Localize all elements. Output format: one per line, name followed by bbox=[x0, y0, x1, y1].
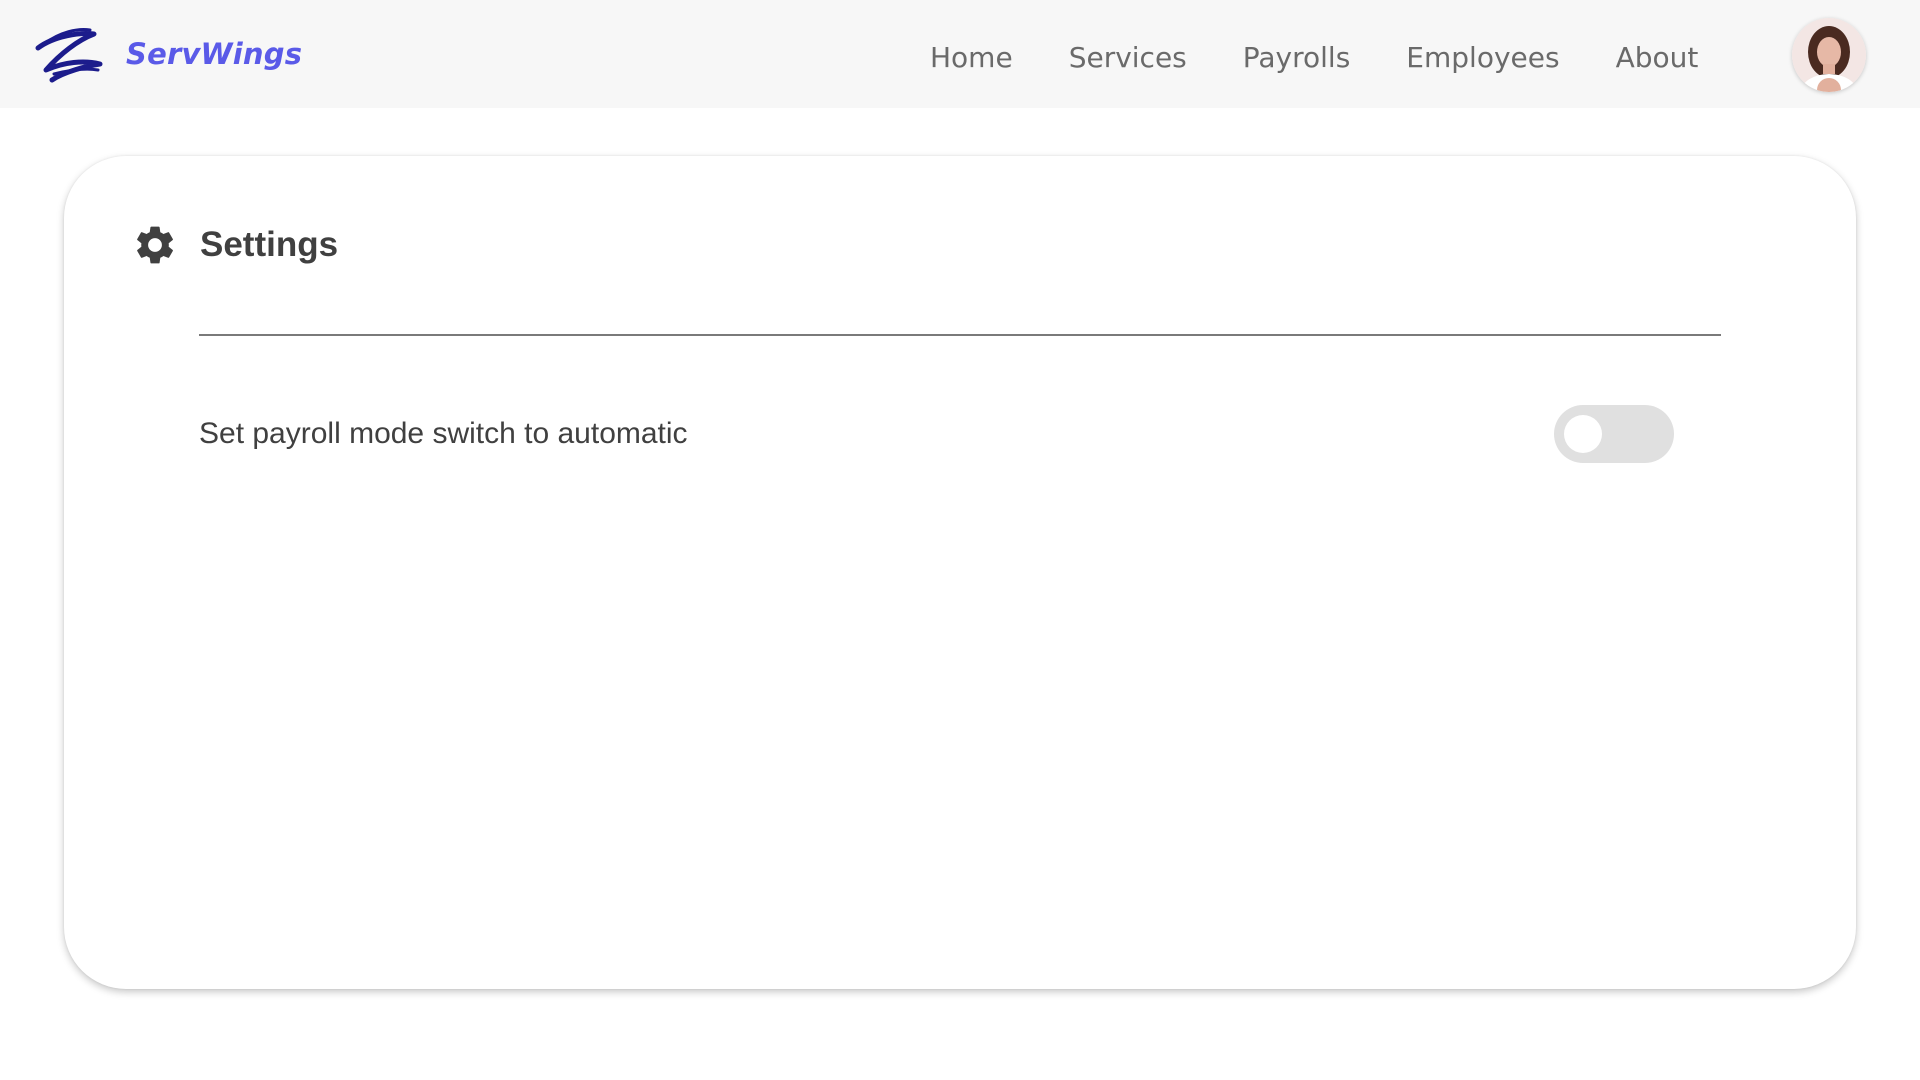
gear-icon bbox=[137, 226, 173, 264]
settings-title: Settings bbox=[200, 225, 339, 264]
nav-home[interactable]: Home bbox=[930, 41, 1013, 74]
nav-employees[interactable]: Employees bbox=[1406, 41, 1559, 74]
servwings-logo-icon bbox=[35, 28, 103, 83]
payroll-mode-toggle[interactable] bbox=[1554, 405, 1674, 463]
main-nav: Home Services Payrolls Employees About bbox=[930, 0, 1698, 114]
toggle-knob bbox=[1564, 415, 1602, 453]
nav-about[interactable]: About bbox=[1616, 41, 1699, 74]
user-avatar-icon bbox=[1792, 18, 1866, 92]
nav-services[interactable]: Services bbox=[1069, 41, 1187, 74]
settings-card: Settings Set payroll mode switch to auto… bbox=[64, 156, 1856, 989]
settings-divider bbox=[199, 334, 1721, 336]
brand[interactable]: ServWings bbox=[34, 24, 302, 84]
nav-payrolls[interactable]: Payrolls bbox=[1243, 41, 1351, 74]
user-avatar[interactable] bbox=[1792, 18, 1866, 92]
top-navbar: ServWings Home Services Payrolls Employe… bbox=[0, 0, 1920, 108]
settings-header: Settings bbox=[132, 222, 338, 268]
brand-name: ServWings bbox=[126, 37, 303, 71]
setting-row-payroll-mode: Set payroll mode switch to automatic bbox=[199, 404, 1674, 464]
payroll-mode-label: Set payroll mode switch to automatic bbox=[199, 417, 688, 450]
